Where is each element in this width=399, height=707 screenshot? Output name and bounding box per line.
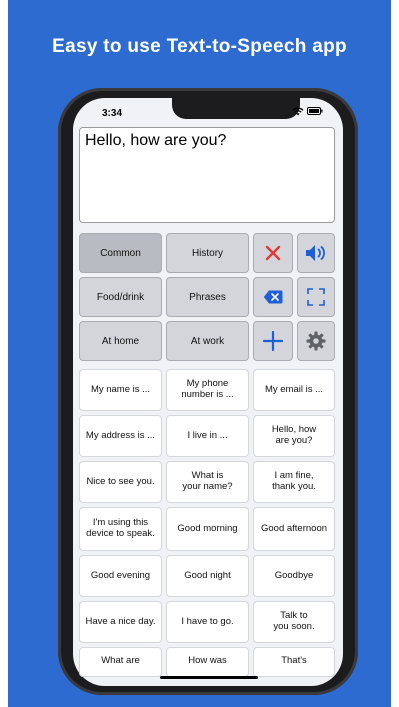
settings-button[interactable]: [297, 321, 335, 361]
phrase-tile[interactable]: Good afternoon: [253, 507, 335, 551]
tab-phrases[interactable]: Phrases: [166, 277, 249, 317]
fullscreen-button[interactable]: [297, 277, 335, 317]
phone-notch: [172, 97, 300, 119]
phrase-tile[interactable]: That's: [253, 647, 335, 677]
tab-food-drink[interactable]: Food/drink: [79, 277, 162, 317]
speech-text-input[interactable]: Hello, how are you?: [79, 127, 335, 223]
backspace-button[interactable]: [253, 277, 293, 317]
phrase-tile[interactable]: Good night: [166, 555, 249, 597]
phrase-tile[interactable]: I have to go.: [166, 601, 249, 643]
status-time: 3:34: [102, 108, 123, 119]
phrase-tile[interactable]: I am fine, thank you.: [253, 461, 335, 503]
wifi-icon: [292, 107, 304, 116]
add-phrase-button[interactable]: [253, 321, 293, 361]
phrase-tile[interactable]: What are: [79, 647, 162, 677]
home-indicator: [160, 676, 258, 679]
tab-at-work[interactable]: At work: [166, 321, 249, 361]
speak-button[interactable]: [297, 233, 335, 273]
speaker-icon: [306, 245, 325, 261]
phrase-tile[interactable]: Goodbye: [253, 555, 335, 597]
phrase-tile[interactable]: I live in ...: [166, 415, 249, 457]
phrase-tile[interactable]: Hello, how are you?: [253, 415, 335, 457]
phrase-tile[interactable]: Talk to you soon.: [253, 601, 335, 643]
add-plus-icon: [263, 331, 283, 351]
tab-common[interactable]: Common: [79, 233, 162, 273]
phrase-tile[interactable]: My email is ...: [253, 369, 335, 411]
status-icons: [292, 106, 323, 117]
phrase-tile[interactable]: How was: [166, 647, 249, 677]
fullscreen-icon: [307, 288, 325, 306]
phrase-tile[interactable]: Nice to see you.: [79, 461, 162, 503]
gear-icon: [306, 331, 326, 351]
phrase-tile[interactable]: What is your name?: [166, 461, 249, 503]
tab-at-home[interactable]: At home: [79, 321, 162, 361]
backspace-icon: [263, 290, 283, 304]
battery-icon: [306, 107, 323, 116]
phrase-tile[interactable]: Good evening: [79, 555, 162, 597]
phrase-tile[interactable]: I'm using this device to speak.: [79, 507, 162, 551]
phrase-tile[interactable]: Good morning: [166, 507, 249, 551]
phrase-tile[interactable]: Have a nice day.: [79, 601, 162, 643]
phrase-tile[interactable]: My address is ...: [79, 415, 162, 457]
clear-x-icon: [265, 245, 281, 261]
phrase-tile[interactable]: My name is ...: [79, 369, 162, 411]
clear-button[interactable]: [253, 233, 293, 273]
tab-history[interactable]: History: [166, 233, 249, 273]
phrase-tile[interactable]: My phone number is ...: [166, 369, 249, 411]
banner-headline: Easy to use Text-to-Speech app: [52, 36, 347, 57]
